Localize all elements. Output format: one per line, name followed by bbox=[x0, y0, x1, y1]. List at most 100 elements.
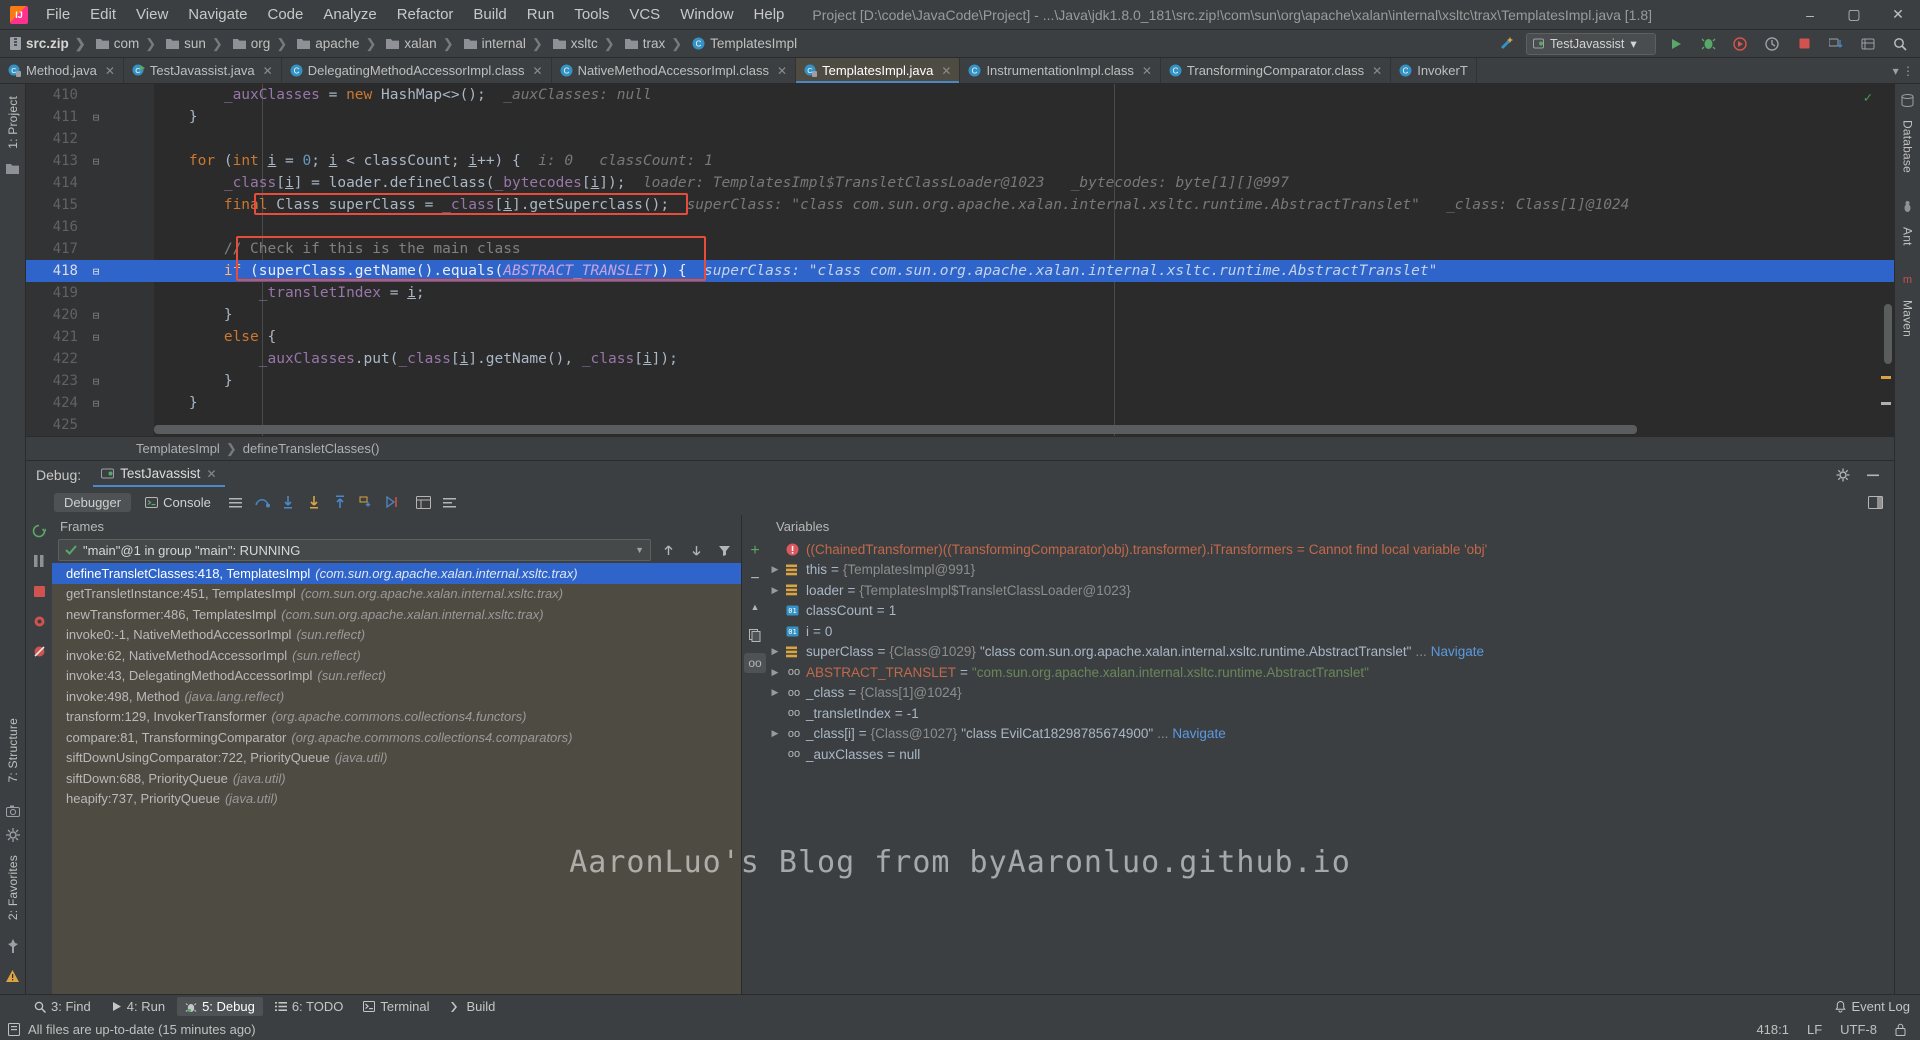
stop-icon[interactable] bbox=[28, 581, 50, 601]
caret-position[interactable]: 418:1 bbox=[1756, 1022, 1789, 1037]
profile-button[interactable] bbox=[1760, 33, 1784, 55]
sync-button[interactable] bbox=[1824, 33, 1848, 55]
close-button[interactable]: ✕ bbox=[1876, 1, 1920, 29]
watch-icon[interactable]: oo bbox=[744, 653, 766, 673]
frame-row[interactable]: getTransletInstance:451, TemplatesImpl (… bbox=[52, 584, 741, 605]
run-configuration-selector[interactable]: TestJavassist ▾ bbox=[1526, 33, 1656, 55]
code-line[interactable]: 413 ⊟ for (int i = 0; i < classCount; i+… bbox=[26, 150, 1894, 172]
tab-templatesimpl-java[interactable]: C TemplatesImpl.java ✕ bbox=[796, 58, 960, 83]
code-line[interactable]: 414 _class[i] = loader.defineClass(_byte… bbox=[26, 172, 1894, 194]
force-step-into-icon[interactable] bbox=[303, 492, 325, 512]
view-breakpoints-icon[interactable] bbox=[28, 611, 50, 631]
code-canvas[interactable]: 410 _auxClasses = new HashMap<>(); _auxC… bbox=[26, 84, 1894, 436]
tab-debugger[interactable]: Debugger bbox=[54, 493, 131, 512]
variable-row-error[interactable]: ((ChainedTransformer)((TransformingCompa… bbox=[768, 539, 1894, 560]
mute-breakpoints-toggle-icon[interactable] bbox=[28, 641, 50, 661]
debug-button[interactable] bbox=[1696, 33, 1720, 55]
fold-marker[interactable]: ⊟ bbox=[86, 309, 106, 322]
fold-marker[interactable]: ⊟ bbox=[86, 265, 106, 278]
breadcrumb-item-org[interactable]: org ❯ bbox=[231, 36, 295, 52]
breadcrumb-item-templatesimpl[interactable]: C TemplatesImpl bbox=[690, 36, 799, 51]
close-icon[interactable]: ✕ bbox=[1372, 64, 1382, 78]
breadcrumb-item-com[interactable]: com ❯ bbox=[94, 36, 164, 52]
menu-view[interactable]: View bbox=[126, 4, 178, 25]
gear-icon[interactable] bbox=[3, 825, 23, 845]
menu-navigate[interactable]: Navigate bbox=[178, 4, 257, 25]
run-button[interactable] bbox=[1664, 33, 1688, 55]
layout-settings-icon[interactable] bbox=[1864, 492, 1886, 512]
move-up-icon[interactable]: ▲ bbox=[744, 597, 766, 617]
search-icon[interactable] bbox=[1888, 33, 1912, 55]
fold-marker[interactable]: ⊟ bbox=[86, 155, 106, 168]
code-line[interactable]: 416 bbox=[26, 216, 1894, 238]
event-log-button[interactable]: Event Log bbox=[1835, 999, 1910, 1014]
breadcrumb-item-apache[interactable]: apache ❯ bbox=[295, 36, 384, 52]
variable-row-auxclasses[interactable]: oo _auxClasses = null bbox=[768, 744, 1894, 765]
close-icon[interactable]: ✕ bbox=[206, 467, 216, 481]
variable-row-abstract-translet[interactable]: ▶ oo ABSTRACT_TRANSLET = "com.sun.org.ap… bbox=[768, 662, 1894, 683]
restore-layout-icon[interactable] bbox=[225, 492, 247, 512]
thread-dropdown[interactable]: "main"@1 in group "main": RUNNING ▼ bbox=[58, 539, 651, 561]
frames-down-icon[interactable] bbox=[685, 540, 707, 560]
frame-row[interactable]: compare:81, TransformingComparator (org.… bbox=[52, 727, 741, 748]
maximize-button[interactable]: ▢ bbox=[1832, 1, 1876, 29]
code-line[interactable]: 419 _transletIndex = i; bbox=[26, 282, 1894, 304]
frame-row[interactable]: transform:129, InvokerTransformer (org.a… bbox=[52, 707, 741, 728]
sidebar-item-maven[interactable]: Maven bbox=[1899, 294, 1917, 343]
variable-row[interactable]: ▶ loader = {TemplatesImpl$TransletClassL… bbox=[768, 580, 1894, 601]
editor-marker-warning[interactable] bbox=[1881, 376, 1891, 379]
sidebar-item-ant[interactable]: Ant bbox=[1899, 221, 1917, 252]
breadcrumb-class[interactable]: TemplatesImpl bbox=[136, 441, 220, 456]
breadcrumb-item-src-zip[interactable]: src.zip ❯ bbox=[8, 36, 94, 52]
frames-list[interactable]: defineTransletClasses:418, TemplatesImpl… bbox=[52, 563, 741, 994]
settings-icon[interactable] bbox=[1856, 33, 1880, 55]
frame-row[interactable]: newTransformer:486, TemplatesImpl (com.s… bbox=[52, 604, 741, 625]
breadcrumb-method[interactable]: defineTransletClasses() bbox=[243, 441, 380, 456]
tool-button-debug[interactable]: 5: Debug bbox=[177, 997, 263, 1016]
tab-delegatingmethodaccessorimpl-class[interactable]: C DelegatingMethodAccessorImpl.class ✕ bbox=[282, 58, 552, 83]
variable-row[interactable]: 01 classCount = 1 bbox=[768, 601, 1894, 622]
editor-vertical-scrollbar[interactable] bbox=[1884, 304, 1892, 364]
menu-help[interactable]: Help bbox=[744, 4, 795, 25]
code-line[interactable]: 422 _auxClasses.put(_class[i].getName(),… bbox=[26, 348, 1894, 370]
close-icon[interactable]: ✕ bbox=[105, 64, 115, 78]
editor-marker-change[interactable] bbox=[1881, 402, 1891, 405]
magic-wand-icon[interactable] bbox=[1494, 33, 1518, 55]
run-to-cursor-icon[interactable] bbox=[381, 492, 403, 512]
sidebar-item-favorites[interactable]: 2: Favorites bbox=[4, 849, 22, 926]
hide-panel-icon[interactable] bbox=[1862, 465, 1884, 485]
tab-testjavassist-java[interactable]: C TestJavassist.java ✕ bbox=[124, 58, 282, 83]
code-line[interactable]: 411 ⊟ } bbox=[26, 106, 1894, 128]
rerun-icon[interactable] bbox=[28, 521, 50, 541]
variable-row-superclass[interactable]: ▶ superClass = {Class@1029} "class com.s… bbox=[768, 642, 1894, 663]
mute-breakpoints-icon[interactable] bbox=[439, 492, 461, 512]
tool-button-todo[interactable]: 6: TODO bbox=[267, 997, 352, 1016]
code-line[interactable]: 423 ⊟ } bbox=[26, 370, 1894, 392]
pin-icon[interactable] bbox=[3, 936, 23, 956]
ant-icon[interactable] bbox=[1898, 197, 1918, 217]
frame-row[interactable]: invoke0:-1, NativeMethodAccessorImpl (su… bbox=[52, 625, 741, 646]
menu-tools[interactable]: Tools bbox=[564, 4, 619, 25]
expand-arrow[interactable]: ▶ bbox=[768, 585, 782, 596]
breadcrumb-item-sun[interactable]: sun ❯ bbox=[164, 36, 231, 52]
copy-value-icon[interactable] bbox=[744, 625, 766, 645]
frame-row[interactable]: invoke:43, DelegatingMethodAccessorImpl … bbox=[52, 666, 741, 687]
breadcrumb-item-trax[interactable]: trax ❯ bbox=[623, 36, 690, 52]
drop-frame-icon[interactable] bbox=[355, 492, 377, 512]
fold-marker[interactable]: ⊟ bbox=[86, 331, 106, 344]
add-watch-icon[interactable]: + bbox=[744, 541, 766, 561]
step-over-icon[interactable] bbox=[251, 492, 273, 512]
fold-marker[interactable]: ⊟ bbox=[86, 111, 106, 124]
tool-button-run[interactable]: 4: Run bbox=[103, 997, 173, 1016]
expand-arrow[interactable]: ▶ bbox=[768, 728, 782, 739]
close-icon[interactable]: ✕ bbox=[941, 64, 951, 78]
variable-row[interactable]: ▶ this = {TemplatesImpl@991} bbox=[768, 560, 1894, 581]
variables-list[interactable]: ((ChainedTransformer)((TransformingCompa… bbox=[768, 537, 1894, 994]
expand-arrow[interactable]: ▶ bbox=[768, 564, 782, 575]
frame-row[interactable]: siftDownUsingComparator:722, PriorityQue… bbox=[52, 748, 741, 769]
frames-up-icon[interactable] bbox=[657, 540, 679, 560]
stop-button[interactable] bbox=[1792, 33, 1816, 55]
fold-marker[interactable]: ⊟ bbox=[86, 375, 106, 388]
step-out-icon[interactable] bbox=[329, 492, 351, 512]
code-line[interactable]: 415 final Class superClass = _class[i].g… bbox=[26, 194, 1894, 216]
